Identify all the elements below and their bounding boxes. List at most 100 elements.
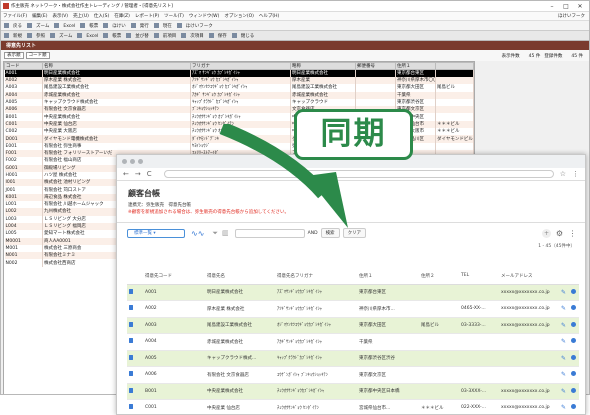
grid-column-header[interactable]: 郵便番号 [355, 62, 396, 70]
menu-item[interactable]: ヘルプ(H) [259, 13, 279, 19]
filter-value-combo[interactable]: コード順 [25, 52, 50, 59]
more-icon[interactable]: ⋮ [568, 229, 577, 238]
table-row[interactable]: A002 厚木産業 株式会社 ｱﾂｷﾞｻﾝｷﾞｮｳｶﾌﾞｼｷｶﾞｲｼｬ 神奈川県厚木市… [127, 300, 579, 318]
file-icon[interactable] [129, 338, 133, 344]
table-column-header[interactable] [559, 268, 579, 285]
toolbar-button[interactable]: Excel [77, 32, 98, 39]
table-column-header[interactable] [127, 268, 143, 285]
grid-column-header[interactable]: 住所１ [395, 62, 436, 70]
menu-item[interactable]: ウィンドウ(W) [189, 13, 219, 19]
toolbar-button[interactable]: 戻る [4, 22, 22, 29]
view-icon[interactable] [571, 371, 577, 377]
toolbar-button[interactable]: 新規 [4, 32, 22, 39]
window-dot-icon[interactable] [138, 159, 143, 164]
toolbar-button[interactable]: ほけいフーク [176, 22, 213, 29]
toolbar-button[interactable]: 閉じる [231, 32, 254, 39]
view-icon[interactable] [571, 387, 577, 393]
file-icon[interactable] [129, 387, 133, 393]
window-dot-icon[interactable] [130, 159, 135, 164]
table-row[interactable]: C001 中央産業 仙台店 ﾁｭｳｵｳｻﾝｷﾞｮｳ ｾﾝﾀﾞｲﾃﾝ 宮城県仙台市...… [127, 399, 579, 414]
menu-item[interactable]: 仕入(S) [94, 13, 109, 19]
view-select[interactable]: 標準一覧 ▾ [127, 228, 185, 238]
close-icon[interactable]: ✕ [573, 3, 587, 10]
toolbar-button[interactable]: 保存 [208, 32, 227, 39]
table-column-header[interactable]: TEL [459, 268, 499, 285]
edit-icon[interactable]: ✎ [561, 404, 566, 411]
table-column-header[interactable]: 住所１ [357, 268, 419, 285]
toolbar-button[interactable]: ズーム [27, 22, 49, 29]
table-column-header[interactable]: メールアドレス [499, 268, 559, 285]
edit-icon[interactable]: ✎ [561, 388, 566, 395]
wave-icon[interactable]: ∿∿ [191, 229, 204, 238]
toolbar-button[interactable]: 前項目 [153, 32, 176, 39]
table-column-header[interactable]: 住所２ [419, 268, 459, 285]
view-icon[interactable] [571, 404, 577, 410]
toolbar-button[interactable]: 帳票 [80, 22, 98, 29]
window-dot-icon[interactable] [122, 159, 127, 164]
view-icon[interactable] [571, 354, 577, 360]
file-icon[interactable] [129, 321, 133, 327]
toolbar-button[interactable]: Excel [54, 22, 75, 29]
add-icon[interactable]: + [542, 228, 551, 238]
menu-item[interactable]: 表示(V) [52, 13, 68, 19]
file-icon[interactable] [129, 288, 133, 294]
menu-item[interactable]: 売上(U) [73, 13, 89, 19]
grid-column-header[interactable]: 略称 [290, 62, 356, 70]
view-icon[interactable] [571, 338, 577, 344]
toolbar-button[interactable]: 次項目 [181, 32, 204, 39]
gear-icon[interactable]: ⚙ [555, 229, 564, 238]
menu-item[interactable]: ツール(T) [164, 13, 184, 19]
grid-row[interactable]: A003 尾島建設工業株式会社 ｵｼﾞﾏｹﾝｾﾂｺｳｷﾞｮｳ ｶﾌﾞｼｷｶﾞｲｼｬ尾… [4, 84, 474, 92]
toolbar-button[interactable]: 現在 [153, 22, 172, 29]
filter-field-combo[interactable]: 表示順 [4, 52, 24, 59]
grid-row[interactable]: A005 キャップクラウド株式会社 ｷｬｯﾌﾟｸﾗｳﾄﾞ ｶﾌﾞｼｷｶﾞｲｼｬ キャッ… [4, 98, 474, 107]
edit-icon[interactable]: ✎ [561, 322, 566, 329]
edit-icon[interactable]: ✎ [561, 289, 566, 296]
menu-item[interactable]: 編集(E) [32, 13, 47, 19]
forward-icon[interactable]: → [135, 170, 141, 178]
toolbar-button[interactable]: 発行 [130, 22, 149, 29]
toolbar-button[interactable]: ズーム [50, 32, 72, 39]
maximize-icon[interactable]: □ [559, 3, 573, 10]
table-row[interactable]: A005 キャップクラウド株式... ｷｬｯﾌﾟｸﾗｳﾄﾞｶﾌﾞｼｷｶﾞｲｼｬ 東京都… [127, 350, 579, 367]
edit-icon[interactable]: ✎ [561, 355, 566, 362]
table-column-header[interactable]: 得意先コード [143, 268, 205, 285]
bookmark-icon[interactable]: ☆ [560, 170, 566, 178]
file-icon[interactable] [129, 404, 133, 410]
grid-column-header[interactable]: フリガナ [190, 62, 291, 70]
file-icon[interactable] [129, 354, 133, 360]
table-row[interactable]: B001 中央産業株式会社 ﾁｭｳｵｳｻﾝｷﾞｮｳｶﾌﾞｼｷｶﾞｲｼｬ 東京都中央区日… [127, 383, 579, 400]
menu-item[interactable]: 在庫(Z) [114, 13, 130, 19]
menu-right-label[interactable]: ほけいフーク [558, 13, 585, 19]
table-row[interactable]: A004 赤城産業株式会社 ｱｶｷﾞｻﾝｷﾞｮｳｶﾌﾞｼｷｶﾞｲｼｬ 千葉県 ✎ [127, 333, 579, 351]
menu-item[interactable]: ファイル(F) [3, 13, 27, 19]
grid-column-header[interactable]: 名称 [42, 62, 191, 70]
menu-item[interactable]: レポート(P) [135, 13, 159, 19]
table-row[interactable]: A006 有限会社 文京食器店 ﾕｳｹﾞﾝｶﾞｲｼｬ ﾌﾞﾝｷｮｳｼｮｯｷﾃﾝ 東京都… [127, 366, 579, 384]
grid-column-header[interactable]: コード [4, 62, 43, 70]
grid-column-header[interactable] [435, 62, 474, 70]
table-column-header[interactable]: 得意先名 [205, 268, 275, 285]
edit-icon[interactable]: ✎ [561, 371, 566, 378]
grid-row[interactable]: A002 厚木産業 株式会社 ｱﾂｷﾞｻﾝｷﾞｮｳ ｶﾌﾞｼｷｶﾞｲｼｬ 厚木産業 神奈… [4, 77, 474, 85]
view-icon[interactable] [571, 321, 577, 327]
file-icon[interactable] [129, 305, 133, 311]
menu-dots-icon[interactable]: ⋮ [572, 170, 579, 178]
edit-icon[interactable]: ✎ [561, 338, 566, 345]
back-icon[interactable]: ← [123, 170, 129, 178]
table-row[interactable]: A001 明日産業株式会社 ｱｽﾞﾏｻﾝｷﾞｮｳｶﾌﾞｼｷｶﾞｲｼｬ 東京都台東区 xx… [127, 284, 579, 301]
grid-row[interactable]: A001 明日産業株式会社 ｱｽﾞﾏ ｻﾝｷﾞｮｳ ｶﾌﾞｼｷｶﾞｲｼｬ 明日産業株式… [4, 69, 474, 77]
view-icon[interactable] [571, 305, 577, 311]
toolbar-button[interactable]: ほけい [103, 22, 126, 29]
table-row[interactable]: A003 尾島建設工業株式会社 ｵｼﾞﾏｹﾝｾﾂｺｳｷﾞｮｳｶﾌﾞｼｷｶﾞｲｼｬ 東京… [127, 317, 579, 334]
menu-item[interactable]: オプション(O) [224, 13, 254, 19]
file-icon[interactable] [129, 371, 133, 377]
edit-icon[interactable]: ✎ [561, 305, 566, 312]
toolbar-button[interactable]: 帳票 [103, 32, 121, 39]
reload-icon[interactable]: C [147, 170, 152, 178]
grid-row[interactable]: A004 赤城産業株式会社 ｱｶｷﾞ ｻﾝｷﾞｮｳ ｶﾌﾞｼｷｶﾞｲｼｬ 赤城産業株式… [4, 91, 474, 99]
toolbar-button[interactable]: 参照 [27, 32, 45, 39]
toolbar-button[interactable]: 並び替 [126, 32, 149, 39]
view-icon[interactable] [571, 288, 577, 294]
minimize-icon[interactable]: – [545, 3, 559, 10]
